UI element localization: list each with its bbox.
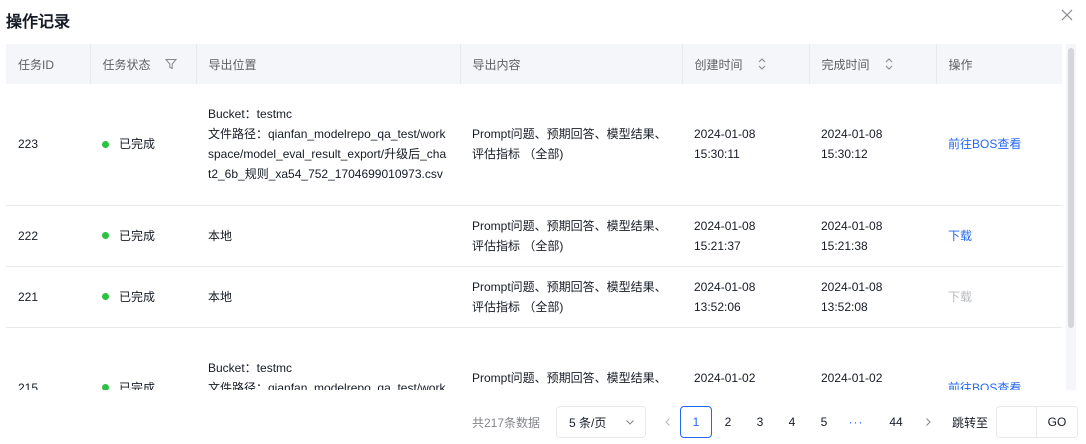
cell-finished-time: 2024-01-08 15:30:12 xyxy=(809,84,936,206)
chevron-right-icon xyxy=(926,418,931,426)
cell-export-content: Prompt问题、预期回答、模型结果、评估指标 （全部) xyxy=(460,205,682,267)
jump-label: 跳转至 xyxy=(952,415,989,430)
jump-page-input[interactable] xyxy=(996,406,1036,438)
cell-action: 前往BOS查看 xyxy=(936,84,1062,206)
cell-task-id: 223 xyxy=(6,84,90,206)
header-export-content: 导出内容 xyxy=(460,44,683,84)
page-44-button[interactable]: 44 xyxy=(880,406,912,438)
table-header-row: 任务ID 任务状态 导出位置 导出内容 创建时间 完成时间 操作 xyxy=(6,44,1062,84)
cell-export-location: 本地 xyxy=(196,205,460,267)
sort-icon[interactable] xyxy=(757,57,767,71)
cell-task-id: 221 xyxy=(6,266,90,328)
scrollbar-thumb[interactable] xyxy=(1068,48,1074,328)
chevron-left-icon xyxy=(665,418,670,426)
go-button[interactable]: GO xyxy=(1036,406,1078,438)
cell-export-content: Prompt问题、预期回答、模型结果、评估指标 （全部) xyxy=(460,327,682,390)
page-size-value: 5 条/页 xyxy=(569,415,607,430)
cell-export-location: Bucket：testmc 文件路径：qianfan_modelrepo_qa_… xyxy=(196,84,460,206)
page-5-button[interactable]: 5 xyxy=(808,406,840,438)
cell-status: 已完成 xyxy=(90,266,196,328)
page-2-button[interactable]: 2 xyxy=(712,406,744,438)
table-row: 221 已完成 本地 Prompt问题、预期回答、模型结果、评估指标 （全部) … xyxy=(6,266,1062,328)
cell-action: 下载 xyxy=(936,205,1062,267)
view-in-bos-link[interactable]: 前往BOS查看 xyxy=(948,381,1021,391)
cell-created-time: 2024-01-02 17:12:24 xyxy=(682,327,809,390)
header-action: 操作 xyxy=(936,44,1062,84)
location-path: 文件路径：qianfan_modelrepo_qa_test/workspace… xyxy=(208,380,446,391)
filter-icon[interactable] xyxy=(164,58,177,70)
cell-export-content: Prompt问题、预期回答、模型结果、评估指标 （全部) xyxy=(460,266,682,328)
download-link-disabled: 下载 xyxy=(948,289,973,304)
table-scrollbar[interactable] xyxy=(1066,44,1076,390)
pagination-total: 共217条数据 xyxy=(472,415,541,430)
header-task-id: 任务ID xyxy=(6,44,91,84)
download-link[interactable]: 下载 xyxy=(948,229,972,243)
page-3-button[interactable]: 3 xyxy=(744,406,776,438)
cell-created-time: 2024-01-08 13:52:06 xyxy=(682,266,809,328)
dialog-title: 操作记录 xyxy=(6,14,71,31)
cell-created-time: 2024-01-08 15:21:37 xyxy=(682,205,809,267)
page-ellipsis-button[interactable]: ··· xyxy=(840,406,872,438)
table-row: 223 已完成 Bucket：testmc 文件路径：qianfan_model… xyxy=(6,84,1062,206)
cell-finished-time: 2024-01-08 15:21:38 xyxy=(809,205,936,267)
status-dot-icon xyxy=(102,383,109,390)
next-page-button[interactable] xyxy=(912,406,944,438)
cell-export-location: 本地 xyxy=(196,266,460,328)
header-finished-time[interactable]: 完成时间 xyxy=(809,44,937,84)
chevron-down-icon xyxy=(626,420,634,425)
page-1-button[interactable]: 1 xyxy=(680,406,712,438)
close-icon[interactable] xyxy=(1060,8,1074,22)
cell-created-time: 2024-01-08 15:30:11 xyxy=(682,84,809,206)
cell-task-id: 222 xyxy=(6,205,90,267)
location-bucket: Bucket：testmc xyxy=(208,360,293,375)
status-dot-icon xyxy=(102,292,109,300)
table-row: 215 已完成 Bucket：testmc 文件路径：qianfan_model… xyxy=(6,327,1062,390)
cell-status: 已完成 xyxy=(90,84,196,206)
cell-finished-time: 2024-01-08 13:52:08 xyxy=(809,266,936,328)
header-export-location: 导出位置 xyxy=(196,44,461,84)
cell-action: 下载 xyxy=(936,266,1062,328)
cell-export-content: Prompt问题、预期回答、模型结果、评估指标 （全部) xyxy=(460,84,682,206)
view-in-bos-link[interactable]: 前往BOS查看 xyxy=(948,137,1021,151)
header-created-time[interactable]: 创建时间 xyxy=(682,44,810,84)
table-row: 222 已完成 本地 Prompt问题、预期回答、模型结果、评估指标 （全部) … xyxy=(6,205,1062,267)
cell-status: 已完成 xyxy=(90,327,196,390)
cell-export-location: Bucket：testmc 文件路径：qianfan_modelrepo_qa_… xyxy=(196,327,460,390)
status-dot-icon xyxy=(102,140,109,148)
page-size-select[interactable]: 5 条/页 xyxy=(556,406,646,438)
header-task-status: 任务状态 xyxy=(90,44,197,84)
cell-status: 已完成 xyxy=(90,205,196,267)
cell-task-id: 215 xyxy=(6,327,90,390)
sort-icon[interactable] xyxy=(884,57,894,71)
page-4-button[interactable]: 4 xyxy=(776,406,808,438)
location-path: 文件路径：qianfan_modelrepo_qa_test/workspace… xyxy=(208,127,447,182)
location-bucket: Bucket：testmc xyxy=(208,107,293,122)
cell-finished-time: 2024-01-02 17:12:25 xyxy=(809,327,936,390)
records-table: 任务ID 任务状态 导出位置 导出内容 创建时间 完成时间 操作 223 已完成… xyxy=(6,44,1062,390)
status-dot-icon xyxy=(102,231,109,239)
cell-action: 前往BOS查看 xyxy=(936,327,1062,390)
